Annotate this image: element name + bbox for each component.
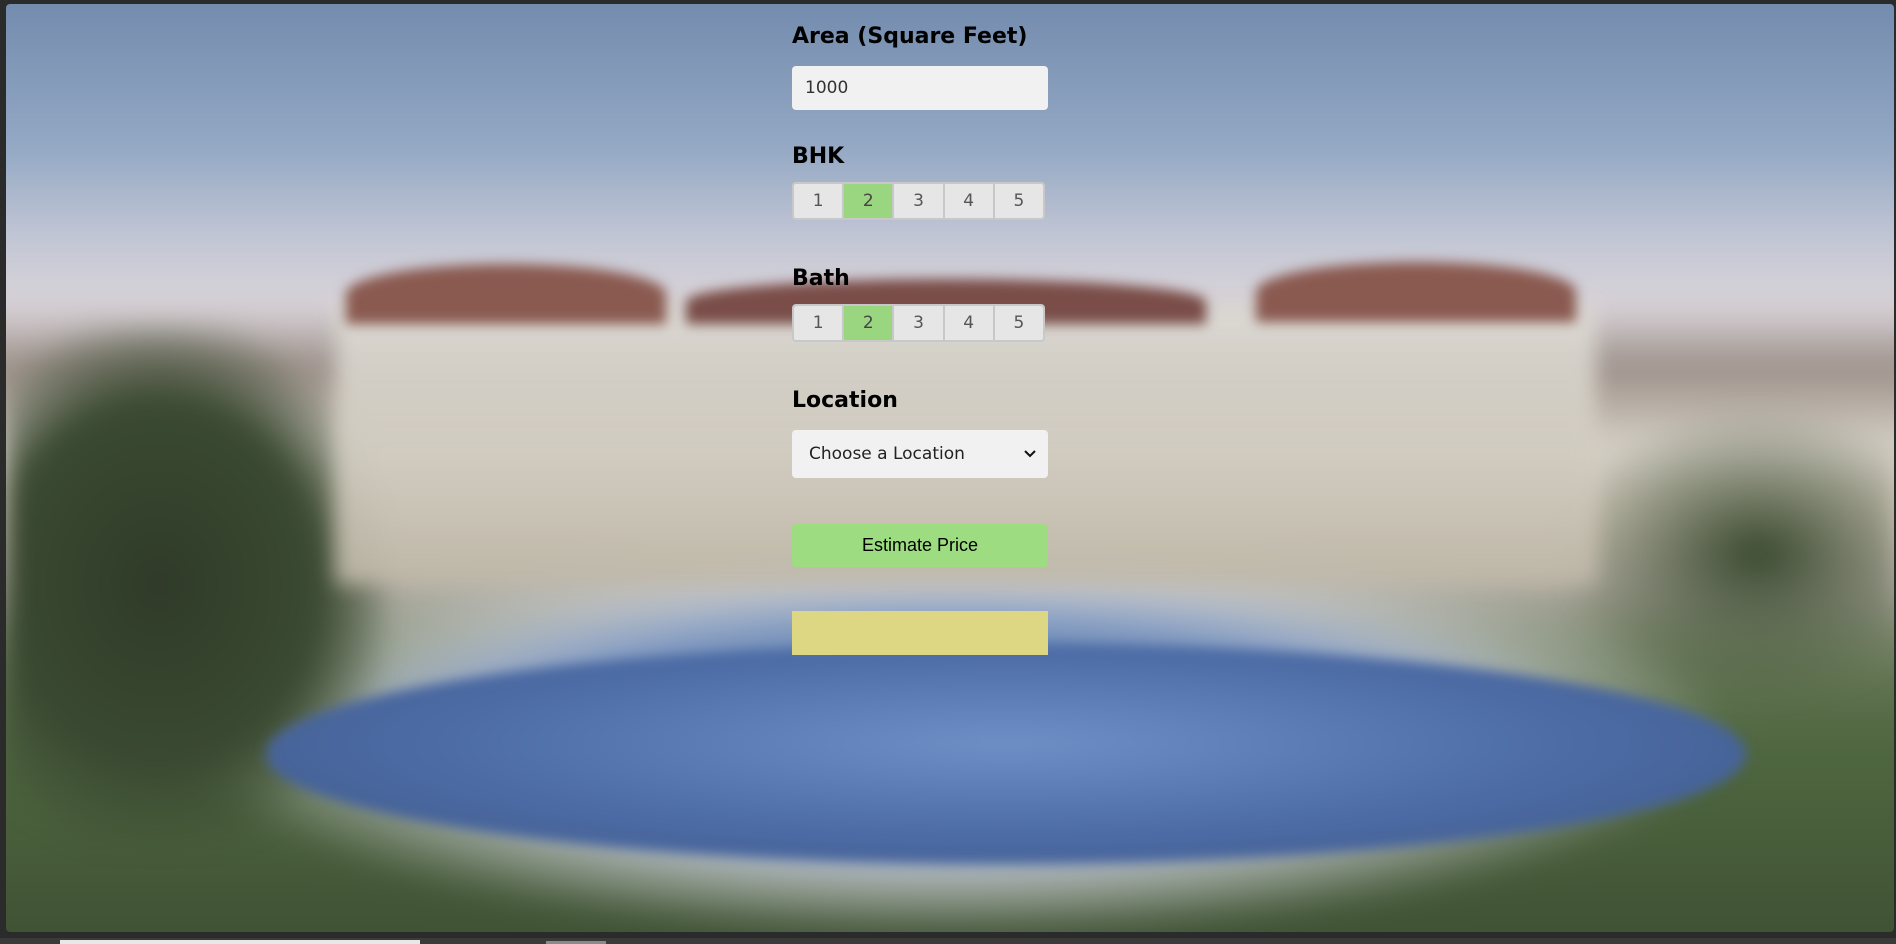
location-label: Location: [792, 388, 898, 413]
bhk-option-4[interactable]: 4: [944, 184, 995, 218]
area-input[interactable]: 1000: [792, 66, 1048, 110]
price-estimate-form: Area (Square Feet) 1000 BHK 1 2 3 4 5 Ba…: [792, 24, 1048, 655]
background-pool: [266, 644, 1746, 864]
bhk-option-5[interactable]: 5: [994, 184, 1043, 218]
bath-option-2[interactable]: 2: [844, 306, 895, 340]
bhk-option-3[interactable]: 3: [894, 184, 945, 218]
estimated-price-output: [792, 611, 1048, 655]
bath-option-1[interactable]: 1: [794, 306, 845, 340]
bhk-selector: 1 2 3 4 5: [792, 182, 1045, 220]
bhk-option-2[interactable]: 2: [844, 184, 895, 218]
browser-viewport: Area (Square Feet) 1000 BHK 1 2 3 4 5 Ba…: [6, 4, 1894, 932]
bath-label: Bath: [792, 266, 850, 291]
taskbar-strip: [0, 938, 1896, 944]
background-trees-right: [1554, 404, 1894, 704]
area-label: Area (Square Feet): [792, 24, 1028, 49]
background-roof-left: [346, 264, 666, 324]
bhk-label: BHK: [792, 144, 845, 169]
bath-option-5[interactable]: 5: [994, 306, 1043, 340]
estimate-price-button[interactable]: Estimate Price: [792, 524, 1048, 567]
bath-option-3[interactable]: 3: [894, 306, 945, 340]
bath-selector: 1 2 3 4 5: [792, 304, 1045, 342]
location-select[interactable]: Choose a Location: [792, 430, 1048, 478]
taskbar-item[interactable]: [60, 940, 420, 944]
bath-option-4[interactable]: 4: [944, 306, 995, 340]
chevron-down-icon: [1024, 448, 1036, 460]
background-roof-right: [1256, 262, 1576, 322]
bhk-option-1[interactable]: 1: [794, 184, 845, 218]
location-select-value: Choose a Location: [809, 444, 965, 464]
